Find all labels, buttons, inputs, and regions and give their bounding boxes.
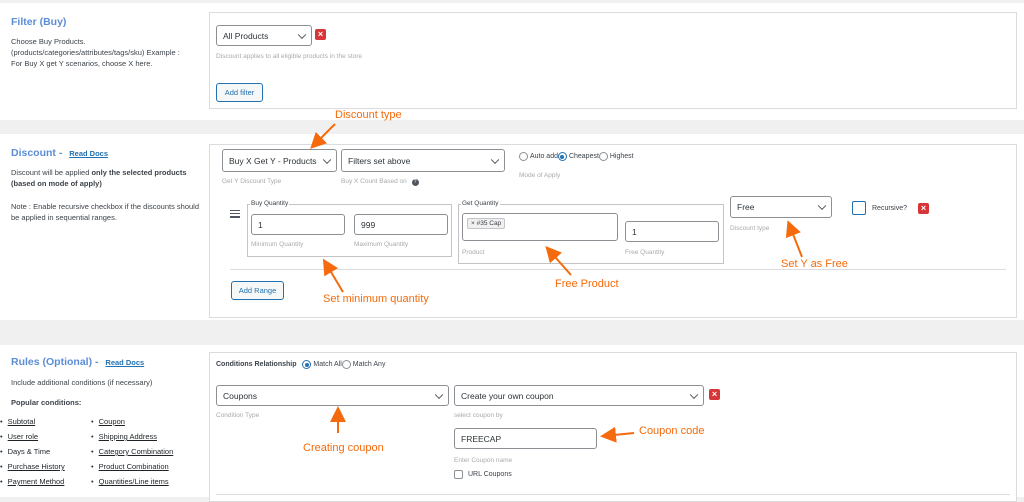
set-y-free-arrow [785, 220, 803, 258]
min-quantity-arrow [322, 258, 344, 293]
annotation-free-product: Free Product [555, 278, 619, 290]
coupon-code-arrow [600, 426, 635, 443]
annotation-set-min-quantity: Set minimum quantity [323, 293, 429, 305]
free-product-arrow [545, 246, 572, 276]
annotation-arrows [310, 123, 803, 443]
annotation-set-y-free: Set Y as Free [781, 258, 848, 270]
annotation-creating-coupon: Creating coupon [303, 442, 384, 454]
annotation-discount-type: Discount type [335, 109, 402, 121]
discount-type-arrow [310, 123, 336, 149]
annotation-coupon-code: Coupon code [639, 425, 705, 437]
